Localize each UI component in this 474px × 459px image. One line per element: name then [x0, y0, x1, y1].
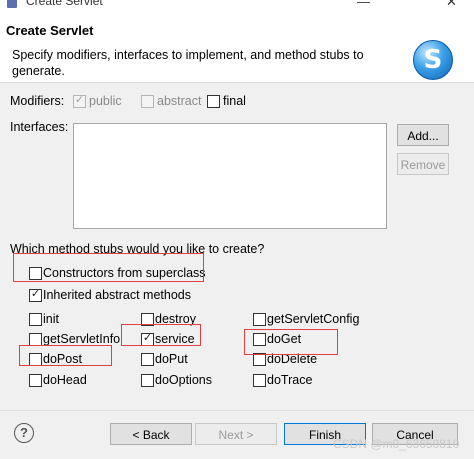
footer-separator	[0, 410, 474, 411]
window-title: Create Servlet	[26, 0, 103, 8]
interfaces-list[interactable]	[73, 123, 387, 229]
remove-interface-button[interactable]: Remove	[397, 153, 449, 175]
abstract-checkbox	[141, 95, 154, 108]
page-description: Specify modifiers, interfaces to impleme…	[12, 48, 364, 78]
doput-label[interactable]: doPut	[155, 352, 188, 366]
dooptions-label[interactable]: doOptions	[155, 373, 212, 387]
close-button[interactable]: ✕	[446, 0, 457, 10]
final-checkbox[interactable]	[207, 95, 220, 108]
highlight-box-service	[121, 324, 201, 346]
public-label: public	[89, 94, 122, 108]
dohead-label[interactable]: doHead	[43, 373, 87, 387]
minimize-button[interactable]: —	[357, 0, 370, 9]
add-interface-button[interactable]: Add...	[397, 124, 449, 146]
inherited-methods-checkbox[interactable]: ✓	[29, 288, 42, 302]
help-icon[interactable]: ?	[14, 423, 34, 443]
doput-checkbox[interactable]	[141, 353, 154, 366]
window-titlebar: Create Servlet — ✕	[0, 0, 474, 14]
modifiers-label: Modifiers:	[10, 94, 65, 108]
page-title: Create Servlet	[6, 23, 94, 38]
highlight-box-constructors	[13, 253, 204, 282]
app-icon	[7, 0, 17, 8]
dohead-checkbox[interactable]	[29, 374, 42, 387]
check-icon: ✓	[30, 288, 41, 300]
final-label[interactable]: final	[223, 94, 246, 108]
highlight-box-doget	[244, 329, 338, 355]
back-button[interactable]: < Back	[110, 423, 192, 445]
interfaces-label: Interfaces:	[10, 120, 69, 134]
dotrace-checkbox[interactable]	[253, 374, 266, 387]
servlet-logo-icon: S	[413, 40, 453, 80]
watermark: CSDN @m0_63650810	[333, 437, 460, 451]
dooptions-checkbox[interactable]	[141, 374, 154, 387]
check-icon: ✓	[74, 94, 85, 106]
inherited-methods-label[interactable]: Inherited abstract methods	[43, 288, 191, 302]
highlight-box-dopost	[19, 345, 112, 366]
getservletconfig-label[interactable]: getServletConfig	[267, 312, 359, 326]
getservletinfo-label[interactable]: getServletInfo	[43, 332, 120, 346]
getservletconfig-checkbox[interactable]	[253, 313, 266, 326]
abstract-label: abstract	[157, 94, 202, 108]
public-checkbox: ✓	[73, 94, 86, 108]
next-button[interactable]: Next >	[195, 423, 277, 445]
wizard-header: Create Servlet Specify modifiers, interf…	[0, 14, 474, 83]
dotrace-label[interactable]: doTrace	[267, 373, 312, 387]
init-checkbox[interactable]	[29, 313, 42, 326]
init-label[interactable]: init	[43, 312, 59, 326]
